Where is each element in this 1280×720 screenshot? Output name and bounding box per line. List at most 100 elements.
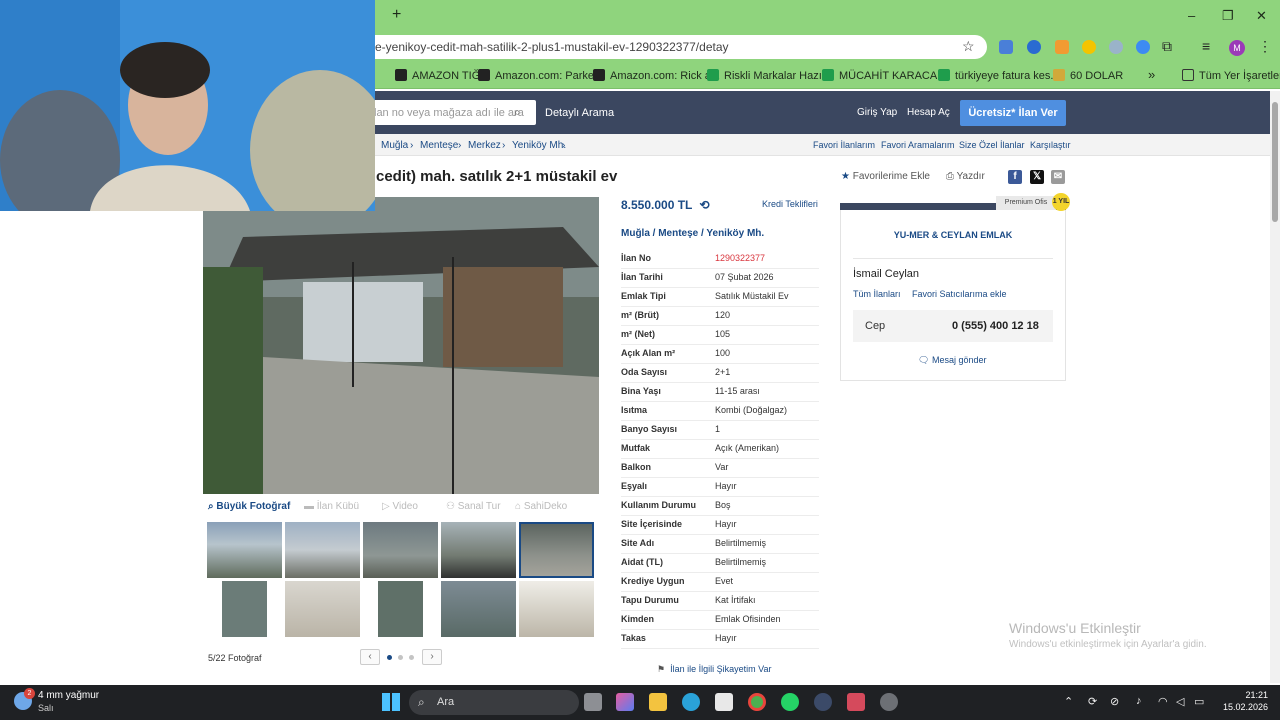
breadcrumb-item[interactable]: Yeniköy Mh. <box>512 140 566 151</box>
compare-link[interactable]: Karşılaştır <box>1030 140 1071 150</box>
photo-thumbnail[interactable] <box>519 522 594 578</box>
virtual-tour-tab[interactable]: ⚇ Sanal Tur <box>446 501 501 512</box>
favorite-searches-link[interactable]: Favori Aramalarım <box>881 140 955 150</box>
photo-thumbnail[interactable] <box>285 522 360 578</box>
sahideko-tab[interactable]: ⌂ SahiDeko <box>515 501 567 512</box>
agency-name[interactable]: YU-MER & CEYLAN EMLAK <box>840 230 1066 240</box>
puzzle-icon[interactable]: ⧉ <box>1162 38 1172 55</box>
add-favorite-button[interactable]: ★ Favorilerime Ekle <box>841 171 930 182</box>
scrollbar-thumb[interactable] <box>1272 102 1278 222</box>
microphone-icon[interactable]: ♪ <box>1136 695 1142 707</box>
extension-icon-3[interactable] <box>1055 40 1069 54</box>
photo-thumbnail[interactable] <box>207 581 282 637</box>
windows-start-icon[interactable] <box>382 693 400 711</box>
menu-icon[interactable]: ⋮ <box>1258 38 1272 55</box>
whatsapp-icon[interactable] <box>781 693 799 711</box>
photo-thumbnail[interactable] <box>519 581 594 637</box>
post-ad-button[interactable]: Ücretsiz* İlan Ver <box>960 100 1066 126</box>
bookmark-item[interactable]: AMAZON TIĞ <box>395 69 480 82</box>
next-photo-button[interactable]: › <box>422 649 442 665</box>
store-icon[interactable] <box>715 693 733 711</box>
settings-icon[interactable] <box>880 693 898 711</box>
bookmarks-more-button[interactable]: » <box>1148 67 1155 82</box>
detail-key: Açık Alan m² <box>621 348 676 358</box>
bookmark-item[interactable]: Amazon.com: Rick a... <box>593 69 720 82</box>
bookmark-item[interactable]: türkiyeye fatura kes... <box>938 69 1060 82</box>
weather-text[interactable]: 4 mm yağmur <box>38 690 99 701</box>
email-share-icon[interactable]: ✉ <box>1051 170 1065 184</box>
large-photo-tab[interactable]: ⌕ Büyük Fotoğraf <box>208 501 290 512</box>
translate-extension-icon[interactable] <box>999 40 1013 54</box>
search-icon[interactable]: ⌕ <box>514 105 521 120</box>
send-message-button[interactable]: 🗨 Mesaj gönder <box>918 355 987 366</box>
main-photo[interactable] <box>203 197 599 494</box>
phone-number[interactable]: 0 (555) 400 12 18 <box>952 320 1039 332</box>
facebook-share-icon[interactable]: f <box>1008 170 1022 184</box>
photo-thumbnail[interactable] <box>363 581 438 637</box>
prev-photo-button[interactable]: ‹ <box>360 649 380 665</box>
address-bar[interactable]: e-yenikoy-cedit-mah-satilik-2-plus1-must… <box>340 35 987 59</box>
register-link[interactable]: Hesap Aç <box>907 107 950 118</box>
clock-time: 21:21 <box>1245 690 1268 700</box>
for-you-link[interactable]: Size Özel İlanlar <box>959 140 1025 150</box>
extension-icon-2[interactable] <box>1027 40 1041 54</box>
photo-thumbnail[interactable] <box>441 522 516 578</box>
credit-offers-link[interactable]: Kredi Teklifleri <box>762 199 818 209</box>
edge-icon[interactable] <box>682 693 700 711</box>
page-dot[interactable] <box>409 655 414 660</box>
minimize-button[interactable]: – <box>1188 8 1195 23</box>
extension-icon-4[interactable] <box>1082 40 1096 54</box>
all-bookmarks[interactable]: Tüm Yer İşaretleri <box>1182 69 1280 82</box>
media-icon[interactable]: ≡ <box>1202 38 1210 54</box>
page-dot[interactable] <box>387 655 392 660</box>
battery-icon[interactable]: ▭ <box>1194 695 1204 708</box>
complaint-link[interactable]: ⚑ İlan ile İlgili Şikayetim Var <box>657 664 771 675</box>
bookmark-item[interactable]: Riskli Markalar Hazır... <box>707 69 834 82</box>
wifi-icon[interactable]: ◠ <box>1158 695 1168 708</box>
chrome-icon[interactable] <box>748 693 766 711</box>
cube-tab[interactable]: ▬ İlan Kübü <box>304 501 359 512</box>
favorite-listings-link[interactable]: Favori İlanlarım <box>813 140 875 150</box>
history-icon[interactable]: ⟲ <box>700 198 710 212</box>
bookmark-item[interactable]: MÜCAHİT KARACA... <box>822 69 946 82</box>
maximize-button[interactable]: ❐ <box>1222 8 1234 24</box>
star-icon[interactable]: ☆ <box>962 38 975 55</box>
breadcrumb-item[interactable]: Merkez <box>468 140 501 151</box>
add-favorite-seller-link[interactable]: Favori Satıcılarıma ekle <box>912 289 1007 299</box>
breadcrumb-item[interactable]: Menteşe <box>420 140 458 151</box>
volume-icon[interactable]: ◁ <box>1176 695 1184 708</box>
video-tab[interactable]: ▷ Video <box>382 501 418 512</box>
bookmark-label: Riskli Markalar Hazır... <box>724 70 835 82</box>
photo-thumbnail[interactable] <box>285 581 360 637</box>
all-listings-link[interactable]: Tüm İlanları <box>853 289 901 299</box>
breadcrumb-item[interactable]: Muğla <box>381 140 408 151</box>
snipping-icon[interactable] <box>847 693 865 711</box>
bookmark-item[interactable]: Amazon.com: Parke... <box>478 69 603 82</box>
listing-location[interactable]: Muğla / Menteşe / Yeniköy Mh. <box>621 228 764 239</box>
tray-app-icon[interactable]: ⟳ <box>1088 695 1097 708</box>
login-link[interactable]: Giriş Yap <box>857 107 897 118</box>
tray-chevron-icon[interactable]: ⌃ <box>1064 695 1073 708</box>
taskbar-search[interactable]: Ara <box>409 690 579 715</box>
shield-extension-icon[interactable] <box>1109 40 1123 54</box>
photo-thumbnail[interactable] <box>441 581 516 637</box>
print-button[interactable]: ⎙ Yazdır <box>946 171 985 182</box>
tray-network-off-icon[interactable]: ⊘ <box>1110 695 1119 708</box>
bookmark-item[interactable]: 60 DOLAR <box>1053 69 1123 82</box>
detailed-search-link[interactable]: Detaylı Arama <box>545 107 614 119</box>
extension-icon-6[interactable] <box>1136 40 1150 54</box>
task-view-icon[interactable] <box>584 693 602 711</box>
close-button[interactable]: ✕ <box>1256 8 1267 24</box>
copilot-icon[interactable] <box>616 693 634 711</box>
photo-thumbnail[interactable] <box>363 522 438 578</box>
page-dot[interactable] <box>398 655 403 660</box>
photo-thumbnail[interactable] <box>207 522 282 578</box>
detail-value: 11-15 arası <box>715 386 760 396</box>
file-explorer-icon[interactable] <box>649 693 667 711</box>
new-tab-button[interactable]: + <box>392 6 401 24</box>
taskbar-clock[interactable]: 21:21 15.02.2026 <box>1222 689 1268 713</box>
profile-avatar[interactable]: M <box>1229 40 1245 56</box>
x-share-icon[interactable]: 𝕏 <box>1030 170 1044 184</box>
app-icon[interactable] <box>814 693 832 711</box>
amazon-icon <box>395 69 407 81</box>
